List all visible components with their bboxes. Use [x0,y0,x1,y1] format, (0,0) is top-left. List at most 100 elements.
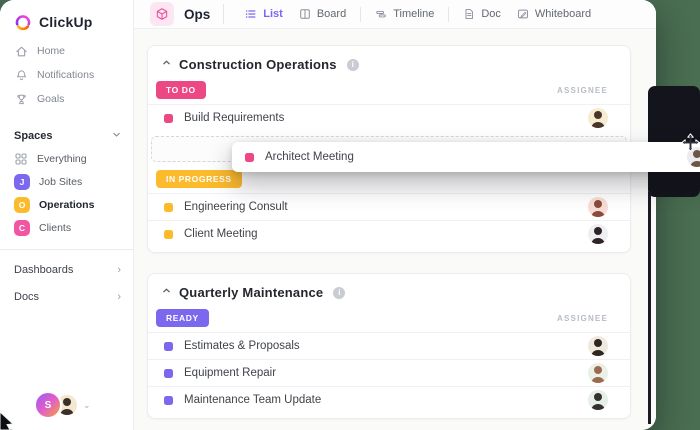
bell-icon [15,69,28,82]
tab-board[interactable]: Board [291,0,354,28]
sidebar-item-clients[interactable]: C Clients [0,216,133,239]
task-name: Estimates & Proposals [184,340,300,352]
task-row-client-meeting[interactable]: Client Meeting [148,220,630,247]
tab-label: List [263,8,283,20]
sidebar-item-label: Docs [14,291,39,303]
list-view-content: Construction Operations i TO DO ASSIGNEE… [134,29,656,430]
space-avatar-job-sites: J [14,174,30,190]
section-quarterly-maintenance: Quarterly Maintenance i READY ASSIGNEE E… [147,273,631,419]
assignee-avatar[interactable] [588,224,608,244]
pointer-cursor-icon [0,404,16,430]
task-name: Architect Meeting [265,151,354,163]
sidebar-item-label: Notifications [37,69,94,81]
task-name: Engineering Consult [184,201,288,213]
sidebar-item-job-sites[interactable]: J Job Sites [0,170,133,193]
section-title: Construction Operations [179,57,337,72]
view-toolbar: Ops List Board [134,0,656,29]
tab-whiteboard[interactable]: Whiteboard [509,0,599,28]
task-row-estimates-proposals[interactable]: Estimates & Proposals [148,332,630,359]
assignee-avatar[interactable] [588,336,608,356]
task-row-build-requirements[interactable]: Build Requirements [148,104,630,131]
info-icon[interactable]: i [347,59,359,71]
task-row-maintenance-team-update[interactable]: Maintenance Team Update [148,386,630,413]
doc-icon [463,8,475,20]
logo-wordmark: ClickUp [39,14,93,30]
sidebar: ClickUp Home Notifications Goals [0,0,134,430]
assignee-avatar[interactable] [588,363,608,383]
status-badge-ready[interactable]: READY [156,309,209,327]
clickup-logo-icon [14,13,32,31]
task-status-bullet [164,203,173,212]
sidebar-item-label: Dashboards [14,264,73,276]
task-status-bullet [164,342,173,351]
toolbar-divider [448,7,449,22]
task-row-equipment-repair[interactable]: Equipment Repair [148,359,630,386]
sidebar-item-label: Everything [37,153,87,165]
task-name: Equipment Repair [184,367,276,379]
chevron-right-icon: › [117,291,121,303]
main-panel: Ops List Board [134,0,656,430]
assignee-column-header: ASSIGNEE [557,314,608,323]
status-group-header: TO DO ASSIGNEE [148,79,630,104]
toolbar-divider [360,7,361,22]
task-name: Client Meeting [184,228,258,240]
list-icon [245,8,257,20]
whiteboard-icon [517,8,529,20]
collapse-chevron-icon[interactable] [162,58,171,70]
user-account-switcher[interactable]: S ⌄ [34,391,91,419]
sidebar-item-home[interactable]: Home [0,39,133,63]
sidebar-item-notifications[interactable]: Notifications [0,63,133,87]
sidebar-item-label: Home [37,45,65,57]
task-name: Build Requirements [184,112,284,124]
task-status-bullet [245,153,254,162]
sidebar-item-dashboards[interactable]: Dashboards › [0,256,133,283]
task-status-bullet [164,396,173,405]
ops-space-tile[interactable] [150,2,174,26]
tab-doc[interactable]: Doc [455,0,509,28]
spaces-section-header[interactable]: Spaces [0,125,133,147]
assignee-avatar[interactable] [588,390,608,410]
task-status-bullet [164,230,173,239]
board-icon [299,8,311,20]
sidebar-item-label: Job Sites [39,176,82,188]
task-row-engineering-consult[interactable]: Engineering Consult [148,193,630,220]
cube-icon [155,7,169,21]
tab-timeline[interactable]: Timeline [367,0,442,28]
collapse-chevron-icon[interactable] [162,286,171,298]
space-avatar-clients: C [14,220,30,236]
timeline-icon [375,8,387,20]
assignee-column-header: ASSIGNEE [557,86,608,95]
page-background: ClickUp Home Notifications Goals [0,0,700,430]
status-badge-todo[interactable]: TO DO [156,81,206,99]
clickup-logo[interactable]: ClickUp [0,0,133,39]
status-badge-in-progress[interactable]: IN PROGRESS [156,170,242,188]
tab-label: Board [317,8,346,20]
chevron-down-icon [112,130,121,142]
tab-label: Doc [481,8,501,20]
workspace-avatar[interactable]: S [34,391,62,419]
sidebar-item-label: Operations [39,199,94,211]
space-title: Ops [184,7,210,22]
grid-icon [14,152,28,166]
sidebar-item-everything[interactable]: Everything [0,147,133,170]
tab-label: Whiteboard [535,8,591,20]
assignee-avatar[interactable] [588,108,608,128]
sidebar-divider [0,249,133,250]
sidebar-item-goals[interactable]: Goals [0,87,133,111]
dragged-task-card-architect-meeting[interactable]: Architect Meeting [232,142,700,172]
goals-icon [15,93,28,106]
chevron-right-icon: › [117,264,121,276]
sidebar-item-operations[interactable]: O Operations [0,193,133,216]
section-header: Quarterly Maintenance i [148,282,630,307]
section-title: Quarterly Maintenance [179,285,323,300]
tab-list[interactable]: List [237,0,291,28]
task-name: Maintenance Team Update [184,394,321,406]
section-header: Construction Operations i [148,54,630,79]
home-icon [15,45,28,58]
space-avatar-operations: O [14,197,30,213]
sidebar-item-docs[interactable]: Docs › [0,283,133,310]
assignee-avatar[interactable] [588,197,608,217]
move-cursor-icon [681,133,700,152]
info-icon[interactable]: i [333,287,345,299]
sidebar-item-label: Clients [39,222,71,234]
